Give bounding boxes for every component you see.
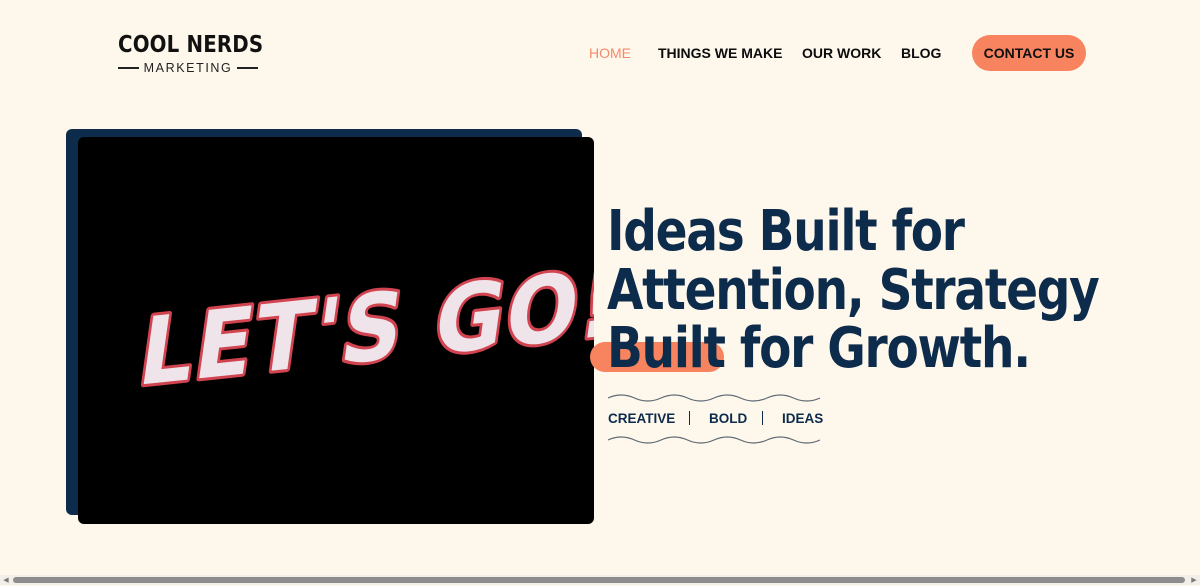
hero-video[interactable]: LET'S GO! LET'S GO! [78, 137, 594, 524]
hero-headline-line-2: Attention, Strategy [607, 257, 1100, 323]
tag-separator [762, 411, 763, 425]
tag-creative: CREATIVE [608, 411, 676, 426]
horizontal-scrollbar[interactable]: ◀ ▶ [0, 575, 1200, 585]
nav-link-things-we-make[interactable]: THINGS WE MAKE [658, 45, 782, 61]
scrollbar-thumb[interactable] [13, 577, 1185, 583]
nav-link-home[interactable]: HOME [589, 45, 631, 61]
hero-headline-line-3: Built for Growth. [607, 316, 1031, 381]
nav-link-blog[interactable]: BLOG [901, 45, 941, 61]
contact-us-button[interactable]: CONTACT US [972, 35, 1086, 71]
page: COOL NERDS MARKETING HOME THINGS WE MAKE… [0, 0, 1200, 586]
hero-tags: CREATIVE BOLD IDEAS [608, 392, 824, 446]
main-nav: HOME THINGS WE MAKE OUR WORK BLOG CONTAC… [0, 35, 1200, 71]
scroll-left-arrow-icon[interactable]: ◀ [2, 576, 10, 584]
video-frame-graphic: LET'S GO! LET'S GO! [130, 246, 594, 411]
wavy-divider-bottom [608, 436, 820, 444]
lets-go-text: LET'S GO! [133, 249, 594, 408]
hero-headline: Ideas Built for Attention, Strategy Buil… [607, 199, 1100, 381]
scroll-right-arrow-icon[interactable]: ▶ [1190, 576, 1198, 584]
tag-separator [689, 411, 690, 425]
tag-bold: BOLD [709, 411, 748, 426]
tag-ideas: IDEAS [782, 411, 824, 426]
wavy-divider-top [608, 394, 820, 402]
nav-link-our-work[interactable]: OUR WORK [802, 45, 881, 61]
hero-headline-line-1: Ideas Built for [607, 199, 965, 264]
